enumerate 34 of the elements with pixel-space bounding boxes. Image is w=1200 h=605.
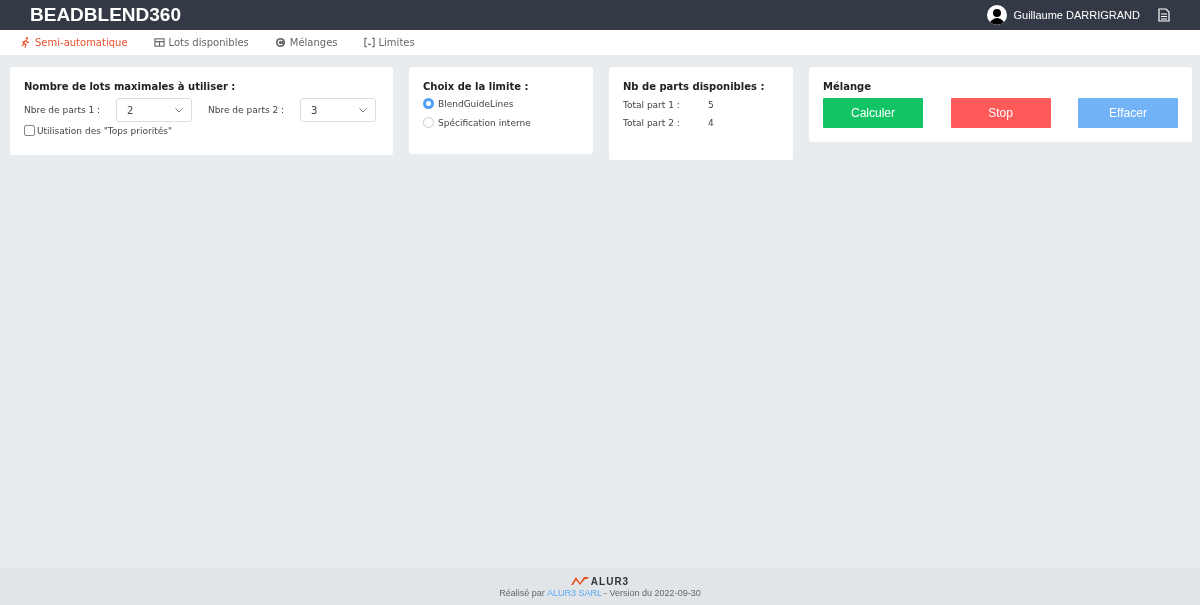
row-value: 4 bbox=[708, 118, 714, 128]
footer-text: Réalisé par ALUR3 SARL - Version du 2022-09-30 bbox=[499, 587, 701, 598]
table-icon bbox=[153, 37, 165, 48]
select-field[interactable]: 2 bbox=[116, 98, 192, 122]
nav-tab[interactable]: Limites bbox=[363, 37, 415, 48]
document-icon[interactable] bbox=[1158, 8, 1170, 22]
radio-label: BlendGuideLines bbox=[438, 98, 514, 109]
logo-icon bbox=[570, 577, 589, 585]
card-title: Mélange bbox=[823, 81, 872, 92]
brackets-icon bbox=[363, 37, 375, 48]
radio-label: Spécification interne bbox=[438, 117, 531, 128]
app-title: BEADBLEND360 bbox=[30, 4, 181, 26]
card-title: Nombre de lots maximales à utiliser : bbox=[24, 81, 237, 92]
card-title: Nb de parts disponibles : bbox=[623, 81, 766, 92]
checkbox[interactable] bbox=[24, 125, 35, 136]
field-label: Nbre de parts 1 : bbox=[24, 105, 102, 115]
row-label: Total part 1 : bbox=[623, 100, 681, 110]
radio-button[interactable] bbox=[423, 98, 434, 109]
nav-tab[interactable]: Lots disponibles bbox=[153, 37, 249, 48]
card-title: Choix de la limite : bbox=[423, 81, 530, 92]
user-name[interactable]: Guillaume DARRIGRAND bbox=[1013, 9, 1140, 21]
running-person-icon bbox=[20, 37, 31, 48]
caret-icon bbox=[175, 107, 183, 113]
circle-icon bbox=[274, 37, 286, 48]
field-label: Nbre de parts 2 : bbox=[208, 105, 286, 115]
avatar-icon[interactable] bbox=[987, 5, 1008, 25]
caret-icon bbox=[359, 107, 367, 113]
nav-tab[interactable]: Semi-automatique bbox=[20, 37, 128, 48]
row-label: Total part 2 : bbox=[623, 118, 681, 128]
checkbox-label: Utilisation des "Tops priorités" bbox=[37, 125, 173, 136]
logo-text: ALUR3 bbox=[590, 575, 630, 587]
select-field[interactable]: 3 bbox=[300, 98, 376, 122]
nav-tab[interactable]: Mélanges bbox=[274, 37, 338, 48]
row-value: 5 bbox=[708, 100, 714, 110]
